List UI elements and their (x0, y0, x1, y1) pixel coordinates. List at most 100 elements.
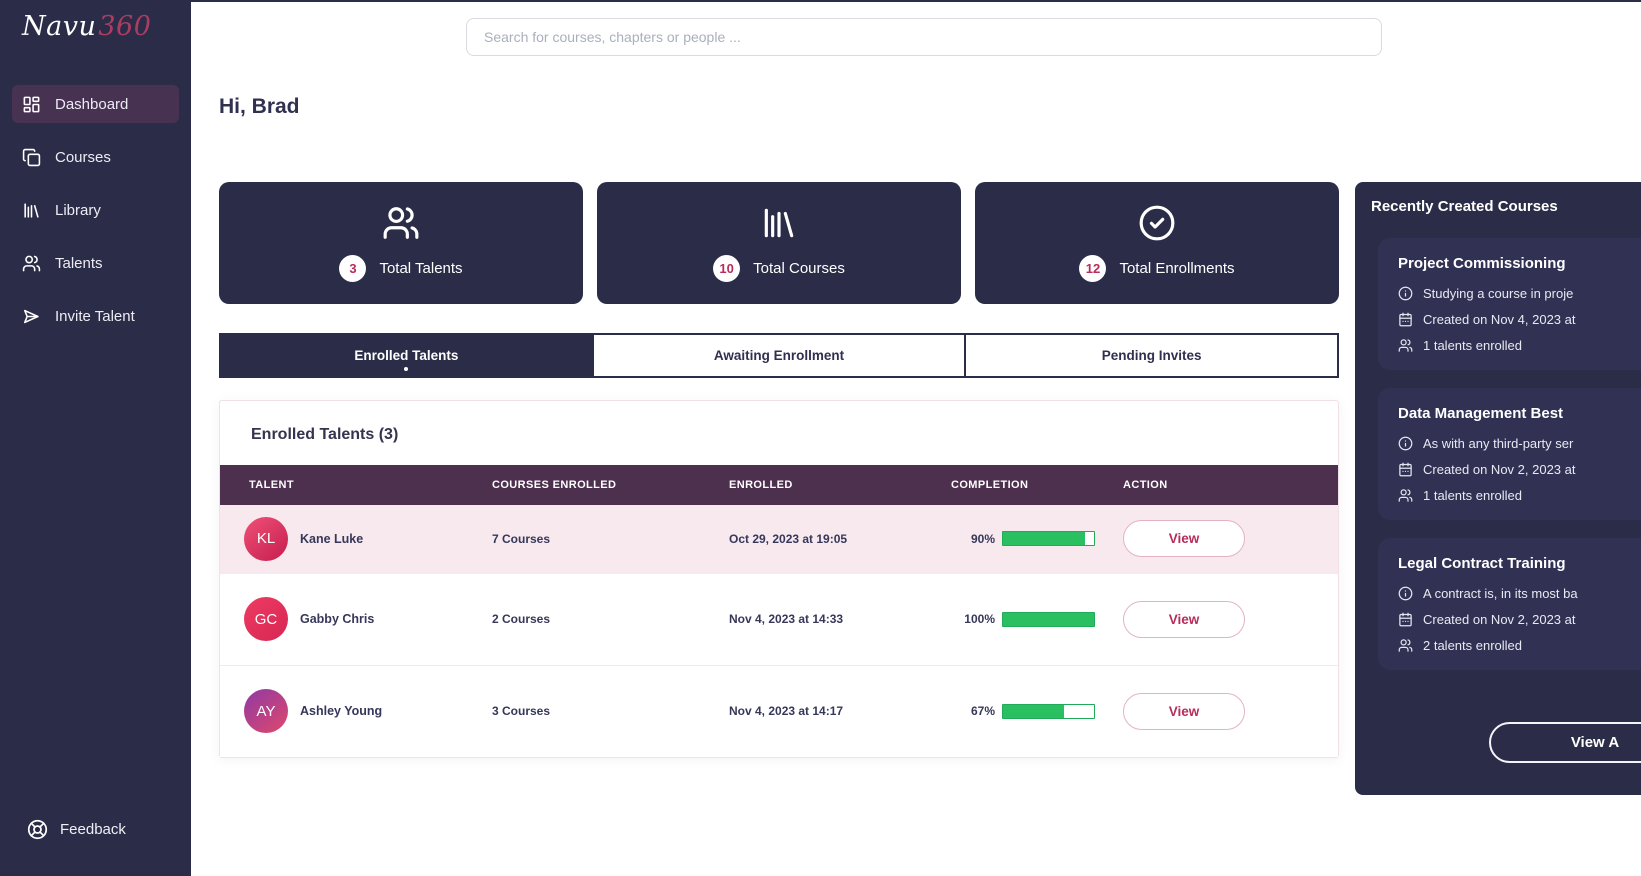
recent-courses-panel: Recently Created Courses Project Commiss… (1355, 182, 1641, 795)
stat-label: Total Talents (379, 260, 462, 277)
avatar: AY (244, 689, 288, 733)
brand-logo: Navu360 (0, 0, 191, 42)
course-enrolled-line: 1 talents enrolled (1398, 337, 1641, 354)
column-header: COURSES ENROLLED (492, 479, 729, 491)
info-icon (1398, 586, 1413, 601)
courses-icon (22, 148, 41, 167)
sidebar-item-label: Courses (55, 149, 111, 166)
course-created-line: Created on Nov 4, 2023 at (1398, 311, 1641, 328)
avatar: KL (244, 517, 288, 561)
library-icon (759, 204, 799, 242)
users-icon (1398, 638, 1413, 653)
active-tab-dot (404, 367, 408, 371)
course-description: As with any third-party ser (1423, 436, 1573, 451)
course-card: Legal Contract Training A contract is, i… (1378, 538, 1641, 670)
sidebar-item-dashboard[interactable]: Dashboard (12, 85, 179, 123)
sidebar-item-library[interactable]: Library (12, 191, 179, 229)
table-title: Enrolled Talents (3) (220, 401, 1338, 465)
completion-cell: 100% (951, 612, 1123, 627)
brand-name-accent: 360 (98, 11, 151, 42)
table-row: GC Gabby Chris 2 Courses Nov 4, 2023 at … (220, 573, 1338, 665)
course-created: Created on Nov 2, 2023 at (1423, 462, 1576, 477)
course-description-line: Studying a course in proje (1398, 285, 1641, 302)
course-enrolled-count: 1 talents enrolled (1423, 338, 1522, 353)
course-description: Studying a course in proje (1423, 286, 1573, 301)
column-header: ENROLLED (729, 479, 951, 491)
tab-label: Awaiting Enrollment (714, 348, 844, 363)
sidebar-item-talents[interactable]: Talents (12, 244, 179, 282)
table-row: KL Kane Luke 7 Courses Oct 29, 2023 at 1… (220, 505, 1338, 573)
sidebar-item-invite-talent[interactable]: Invite Talent (12, 297, 179, 335)
completion-percent: 100% (951, 612, 995, 626)
course-enrolled-count: 2 talents enrolled (1423, 638, 1522, 653)
completion-percent: 67% (951, 704, 995, 718)
course-enrolled-line: 1 talents enrolled (1398, 487, 1641, 504)
course-enrolled-line: 2 talents enrolled (1398, 637, 1641, 654)
talent-cell: GC Gabby Chris (220, 597, 492, 641)
course-title: Data Management Best (1398, 405, 1641, 422)
table-row: AY Ashley Young 3 Courses Nov 4, 2023 at… (220, 665, 1338, 757)
view-button[interactable]: View (1123, 520, 1245, 557)
talent-tabs: Enrolled Talents Awaiting Enrollment Pen… (219, 333, 1339, 378)
course-card: Data Management Best As with any third-p… (1378, 388, 1641, 520)
progress-bar-fill (1003, 705, 1064, 718)
action-cell: View (1123, 520, 1338, 557)
recent-courses-list: Project Commissioning Studying a course … (1355, 238, 1641, 670)
tab[interactable]: Enrolled Talents (219, 333, 594, 378)
sidebar-item-courses[interactable]: Courses (12, 138, 179, 176)
course-title: Legal Contract Training (1398, 555, 1641, 572)
progress-bar (1002, 531, 1095, 546)
calendar-icon (1398, 612, 1413, 627)
check-circle-icon (1137, 204, 1177, 242)
sidebar-item-feedback[interactable]: Feedback (0, 819, 191, 876)
column-header: COMPLETION (951, 479, 1123, 491)
enrolled-date-cell: Nov 4, 2023 at 14:33 (729, 612, 951, 626)
sidebar-item-label: Invite Talent (55, 308, 135, 325)
stat-row: 3 Total Talents (339, 255, 462, 282)
enrolled-date-cell: Nov 4, 2023 at 14:17 (729, 704, 951, 718)
completion-cell: 90% (951, 531, 1123, 546)
stat-row: 10 Total Courses (713, 255, 845, 282)
search-input[interactable] (466, 18, 1382, 56)
view-button[interactable]: View (1123, 601, 1245, 638)
action-cell: View (1123, 601, 1338, 638)
progress-bar-fill (1003, 532, 1085, 545)
talent-name: Gabby Chris (300, 612, 374, 626)
completion-percent: 90% (951, 532, 995, 546)
users-icon (1398, 338, 1413, 353)
stat-card: 10 Total Courses (597, 182, 961, 304)
view-all-button[interactable]: View A (1489, 722, 1641, 763)
talent-name: Kane Luke (300, 532, 363, 546)
invite-icon (22, 307, 41, 326)
completion-cell: 67% (951, 704, 1123, 719)
calendar-icon (1398, 312, 1413, 327)
recent-courses-title: Recently Created Courses (1355, 182, 1641, 215)
stat-label: Total Courses (753, 260, 845, 277)
talent-cell: AY Ashley Young (220, 689, 492, 733)
course-created-line: Created on Nov 2, 2023 at (1398, 611, 1641, 628)
sidebar-item-label: Dashboard (55, 96, 128, 113)
courses-enrolled-cell: 7 Courses (492, 532, 729, 546)
tab-label: Enrolled Talents (354, 348, 458, 363)
course-created: Created on Nov 4, 2023 at (1423, 312, 1576, 327)
course-card: Project Commissioning Studying a course … (1378, 238, 1641, 370)
stat-value-badge: 10 (713, 255, 740, 282)
feedback-label: Feedback (60, 821, 126, 838)
course-description: A contract is, in its most ba (1423, 586, 1578, 601)
info-icon (1398, 286, 1413, 301)
stat-card: 12 Total Enrollments (975, 182, 1339, 304)
tab[interactable]: Awaiting Enrollment (592, 333, 967, 378)
users-icon (1398, 488, 1413, 503)
talent-name: Ashley Young (300, 704, 382, 718)
stat-card: 3 Total Talents (219, 182, 583, 304)
progress-bar-fill (1003, 613, 1094, 626)
progress-bar (1002, 612, 1095, 627)
view-button[interactable]: View (1123, 693, 1245, 730)
stats-row: 3 Total Talents 10 Total Courses 12 Tota… (219, 182, 1339, 304)
tab[interactable]: Pending Invites (964, 333, 1339, 378)
enrolled-talents-card: Enrolled Talents (3) TALENT COURSES ENRO… (219, 400, 1339, 758)
top-border-line (0, 0, 1641, 2)
course-description-line: As with any third-party ser (1398, 435, 1641, 452)
courses-enrolled-cell: 2 Courses (492, 612, 729, 626)
feedback-icon (27, 819, 48, 840)
